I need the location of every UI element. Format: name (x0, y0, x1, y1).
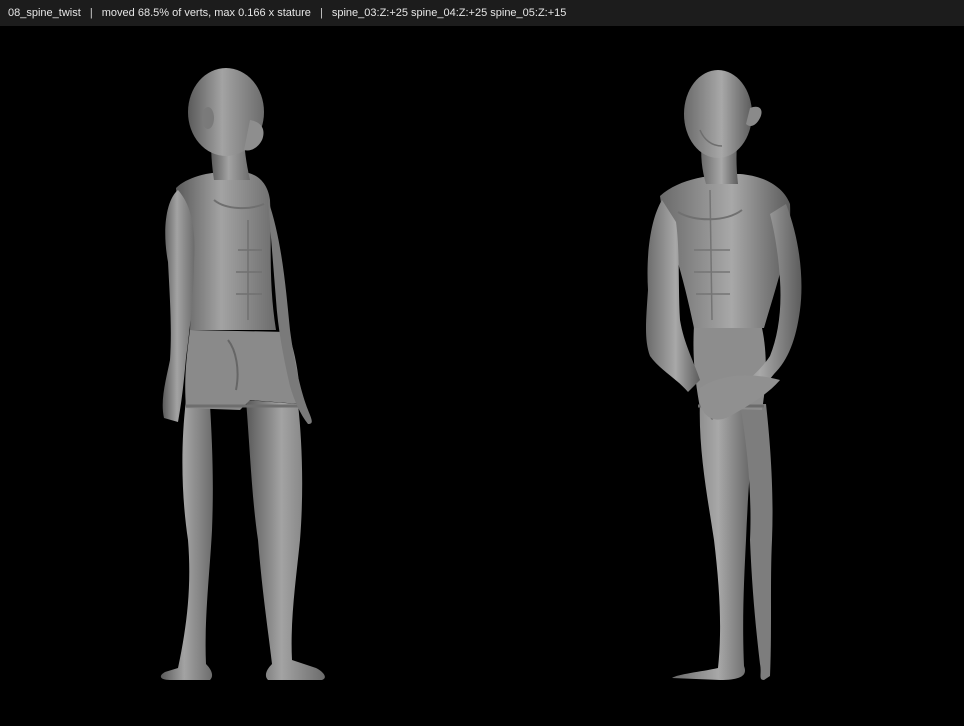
right-figure-leg (672, 400, 756, 680)
right-figure-torso (660, 174, 791, 328)
character-mesh-left (160, 68, 325, 680)
viewport-canvas (160, 68, 802, 680)
separator: | (89, 7, 93, 19)
left-figure-leg (160, 400, 213, 680)
bone-rotations: spine_03:Z:+25 spine_04:Z:+25 spine_05:Z… (331, 7, 567, 19)
3d-viewport[interactable] (0, 26, 964, 726)
right-figure-leg (246, 400, 325, 680)
case-name: 08_spine_twist (8, 7, 81, 19)
character-mesh-right (646, 70, 802, 680)
status-bar: 08_spine_twist | moved 68.5% of verts, m… (0, 0, 964, 26)
right-figure-head (684, 70, 752, 158)
separator: | (319, 7, 323, 19)
deformation-stats: moved 68.5% of verts, max 0.166 x statur… (101, 7, 311, 19)
